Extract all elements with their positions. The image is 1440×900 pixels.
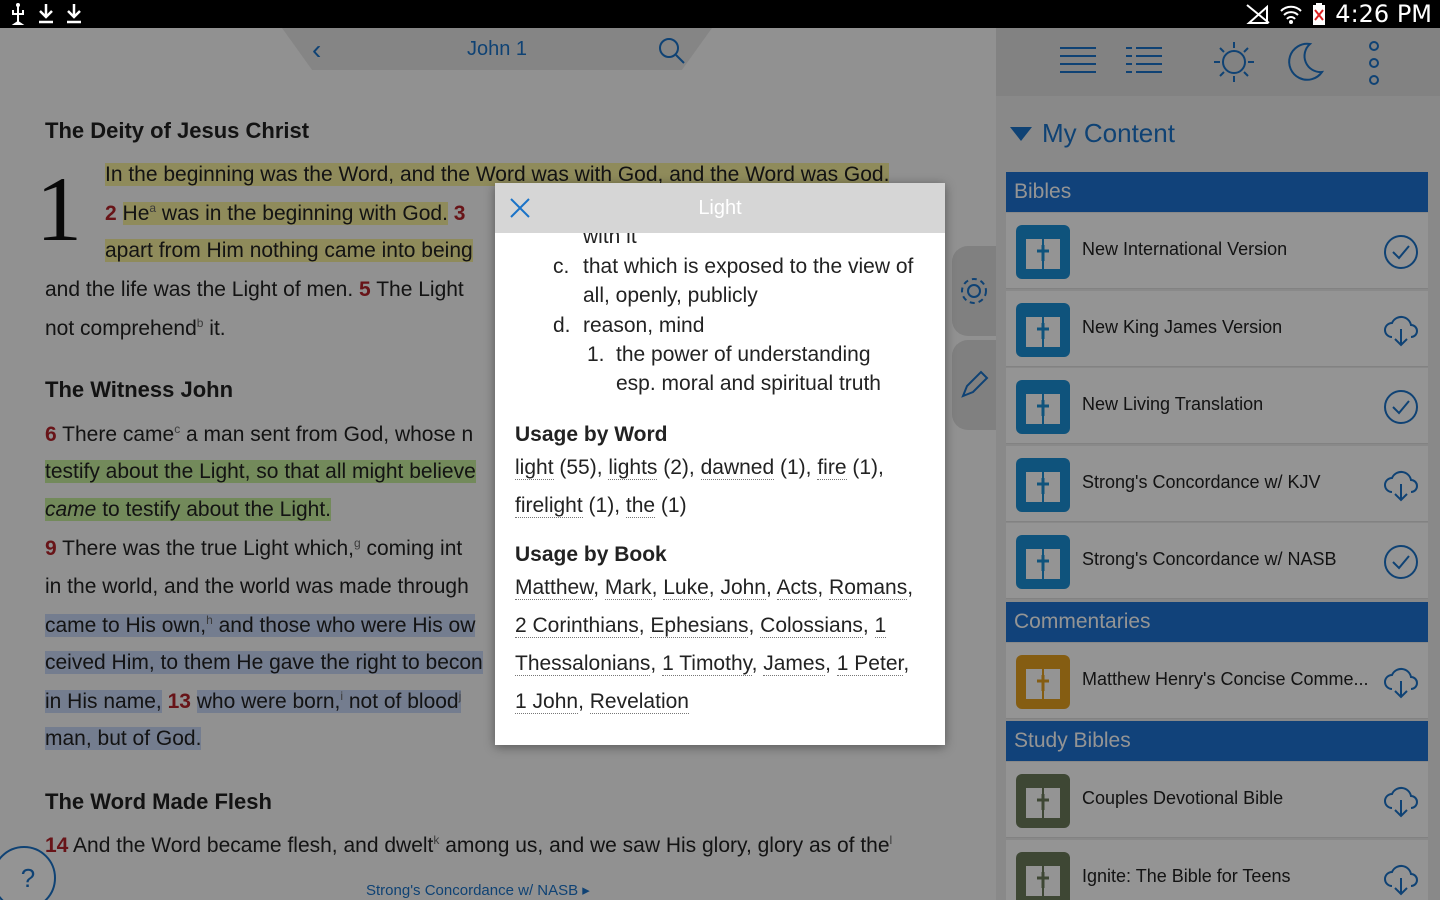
definition-line: that which is exposed to the view of — [583, 255, 914, 278]
usage-book-link[interactable]: Colossians — [760, 614, 863, 638]
separator: , — [638, 614, 651, 637]
definition-line: the power of understanding — [616, 343, 871, 366]
download-icon — [39, 4, 53, 24]
usage-word-link[interactable]: firelight — [515, 494, 583, 518]
separator: , — [817, 576, 830, 599]
dialog-title: Light — [698, 197, 742, 219]
separator: , — [708, 576, 721, 599]
separator: , — [751, 652, 764, 675]
separator: , — [593, 576, 605, 599]
battery-icon — [1313, 3, 1326, 25]
usage-by-book-heading: Usage by Book — [515, 543, 667, 566]
usage-count: (1), — [774, 456, 818, 479]
usage-count: (1), — [846, 456, 884, 479]
usage-book-link[interactable]: 2 Corinthians — [515, 614, 639, 638]
dialog-header: Light — [495, 183, 945, 233]
clock: 4:26 PM — [1335, 0, 1432, 28]
usage-book-link[interactable]: Luke — [663, 576, 709, 600]
usage-book-link[interactable]: James — [763, 652, 826, 676]
usage-word-link[interactable]: fire — [817, 456, 847, 480]
usage-book-link[interactable]: Revelation — [589, 690, 689, 714]
usage-count: (1), — [582, 494, 626, 517]
separator: , — [578, 690, 590, 713]
usage-by-word-list: light (55), lights (2), dawned (1), fire… — [515, 449, 915, 525]
separator: , — [766, 576, 777, 599]
definition-line: esp. moral and spiritual truth — [616, 372, 881, 395]
usage-by-word-heading: Usage by Word — [515, 423, 668, 446]
definition-label: d. — [553, 314, 571, 337]
definition-line: all, openly, publicly — [583, 284, 758, 307]
usb-icon — [11, 3, 25, 25]
separator: , — [825, 652, 837, 675]
usage-book-link[interactable]: 1 Timothy — [662, 652, 752, 676]
separator: , — [903, 652, 910, 675]
usage-count: (55), — [553, 456, 609, 479]
usage-book-link[interactable]: Romans — [829, 576, 908, 600]
no-sim-icon — [1246, 4, 1270, 24]
usage-by-book-list: Matthew, Mark, Luke, John, Acts, Romans,… — [515, 569, 915, 721]
dialog-body[interactable]: with it c. that which is exposed to the … — [515, 233, 935, 733]
status-bar: 4:26 PM — [0, 0, 1440, 28]
usage-book-link[interactable]: Matthew — [515, 576, 594, 600]
usage-book-link[interactable]: Mark — [604, 576, 652, 600]
separator: , — [907, 576, 914, 599]
definition-label: c. — [553, 255, 570, 278]
download-icon-2 — [67, 4, 81, 24]
usage-book-link[interactable]: Acts — [776, 576, 818, 600]
usage-word-link[interactable]: lights — [608, 456, 658, 480]
separator: , — [862, 614, 875, 637]
definition-line: reason, mind — [583, 314, 705, 337]
word-definition-dialog: Light with it c. that which is exposed t… — [495, 183, 945, 745]
separator: , — [651, 576, 664, 599]
definition-line: with it — [583, 233, 637, 248]
wifi-icon — [1280, 5, 1303, 24]
usage-book-link[interactable]: 1 Peter — [836, 652, 904, 676]
definition-label: 1. — [587, 343, 605, 366]
usage-book-link[interactable]: Ephesians — [650, 614, 749, 638]
usage-word-link[interactable]: dawned — [700, 456, 775, 480]
notification-icons — [8, 2, 84, 26]
separator: , — [650, 652, 663, 675]
separator: , — [748, 614, 761, 637]
usage-word-link[interactable]: the — [625, 494, 656, 518]
usage-book-link[interactable]: John — [720, 576, 766, 600]
usage-count: (1) — [655, 494, 687, 517]
usage-book-link[interactable]: 1 John — [515, 690, 579, 714]
usage-word-link[interactable]: light — [515, 456, 554, 480]
usage-count: (2), — [657, 456, 701, 479]
